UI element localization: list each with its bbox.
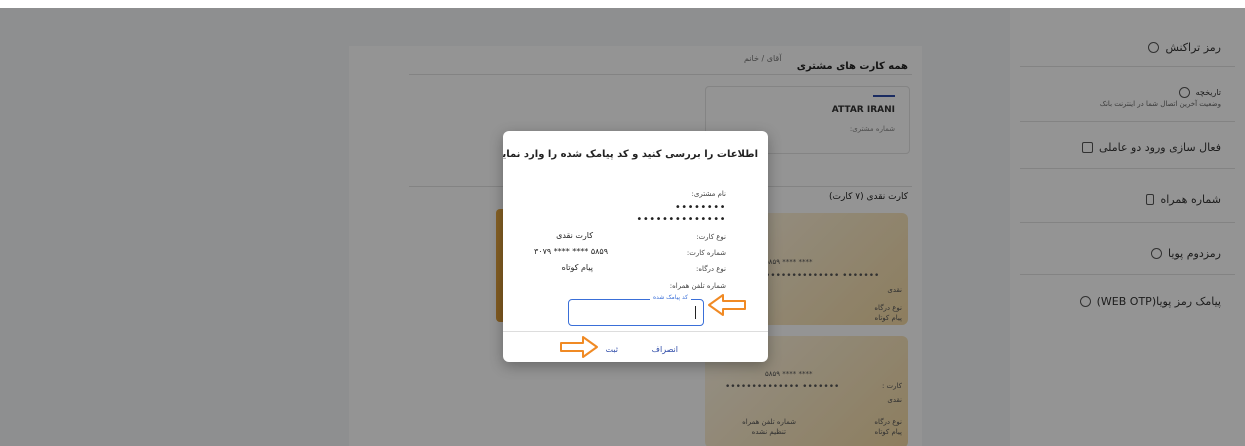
- otp-code-label: کد پیامک شده: [649, 294, 691, 301]
- submit-button[interactable]: ثبت: [606, 345, 619, 354]
- dialog-title: اطلاعات را بررسی کنید و کد پیامک شده را …: [503, 149, 758, 160]
- otp-confirm-dialog: اطلاعات را بررسی کنید و کد پیامک شده را …: [503, 131, 768, 362]
- card-type-label: نوع کارت:: [696, 233, 726, 241]
- page-background: رمز تراکنش تاریخچه وضعیت آخرین اتصال شما…: [0, 8, 1245, 446]
- customer-name-label: نام مشتری:: [691, 190, 726, 198]
- divider: [503, 331, 768, 332]
- phone-label: شماره تلفن همراه:: [669, 282, 726, 290]
- customer-name-masked: ••••••••: [674, 202, 726, 213]
- gateway-value: پیام کوتاه: [561, 263, 593, 272]
- card-number-label: شماره کارت:: [686, 249, 726, 257]
- cancel-button[interactable]: انصراف: [652, 345, 678, 354]
- arrow-right-icon: [560, 336, 598, 358]
- text-cursor: [695, 306, 696, 319]
- card-type-value: کارت نقدی: [556, 231, 593, 240]
- card-number-value: ۵۸۵۹ **** **** ۳۰۷۹: [533, 247, 608, 256]
- otp-code-input[interactable]: کد پیامک شده: [568, 294, 704, 326]
- gateway-label: نوع درگاه:: [696, 265, 726, 273]
- customer-name-masked: ••••••••••••••: [636, 214, 726, 225]
- arrow-left-icon: [708, 294, 746, 316]
